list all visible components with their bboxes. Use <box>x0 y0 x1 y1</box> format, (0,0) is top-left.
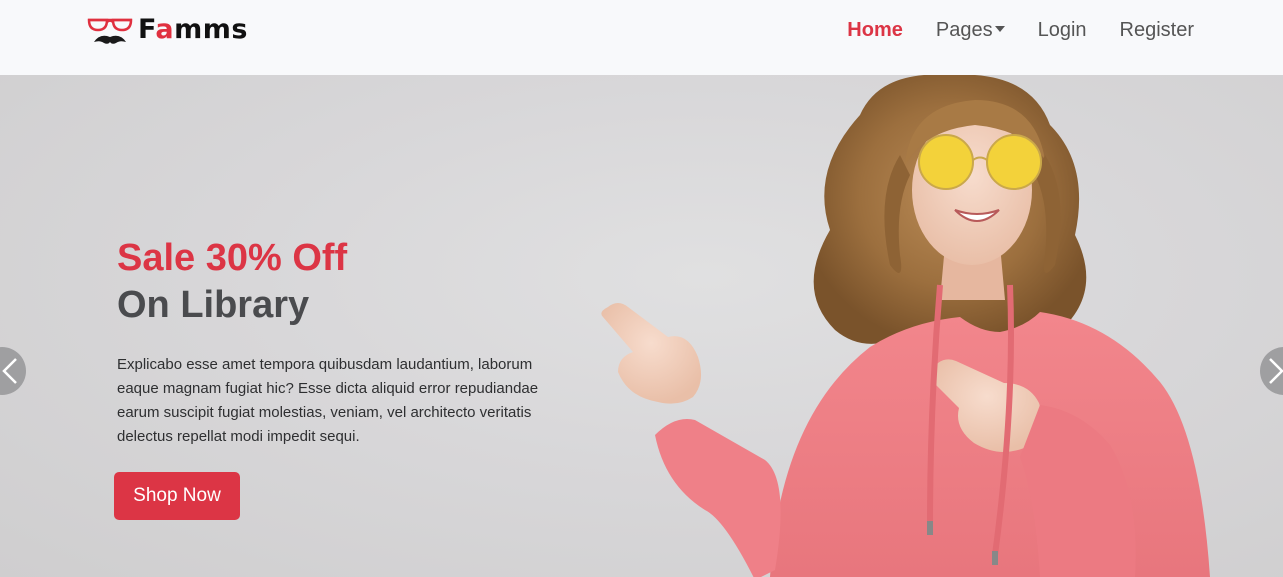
carousel-next-button[interactable] <box>1260 347 1283 395</box>
nav-pages-label: Pages <box>935 19 993 41</box>
brand-logo[interactable]: Famms <box>86 14 248 46</box>
nav-home[interactable]: Home <box>847 16 903 44</box>
chevron-left-icon <box>2 358 17 384</box>
carousel-prev-button[interactable] <box>0 347 26 395</box>
caret-down-icon <box>994 26 1005 32</box>
hero-title-sale: Sale 30% Off <box>117 237 348 279</box>
shop-now-button[interactable]: Shop Now <box>114 472 240 520</box>
chevron-right-icon <box>1269 358 1283 384</box>
nav-pages-dropdown[interactable]: Pages <box>936 16 1005 44</box>
hero-model-image <box>601 75 1210 577</box>
hero-carousel: Sale 30% Off On Library Explicabo esse a… <box>0 75 1283 577</box>
navbar: Famms Home Pages Login Register <box>0 0 1283 75</box>
brand-name: Famms <box>138 14 248 45</box>
hero-title-subtitle: On Library <box>117 284 310 326</box>
glasses-mustache-icon <box>87 18 133 44</box>
hero-description: Explicabo esse amet tempora quibusdam la… <box>117 356 539 445</box>
main-nav: Home Pages Login Register <box>814 16 1194 44</box>
nav-register[interactable]: Register <box>1120 16 1194 44</box>
nav-login[interactable]: Login <box>1038 16 1087 44</box>
